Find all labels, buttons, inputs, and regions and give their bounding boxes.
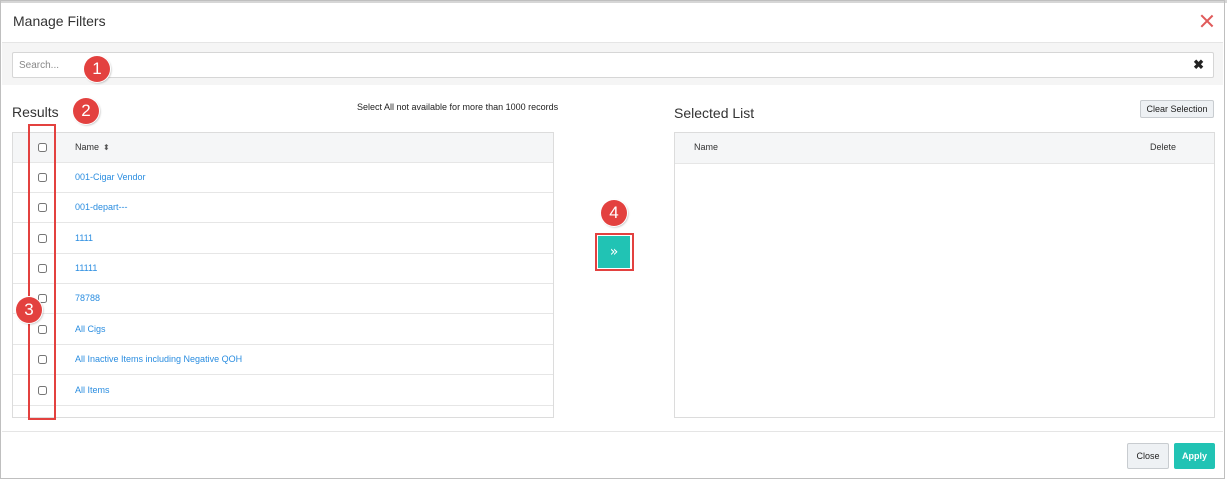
table-row: 11111 xyxy=(13,254,553,284)
result-link[interactable]: All Items xyxy=(75,385,110,395)
selected-name-column-header: Name xyxy=(694,142,719,152)
table-row: All Items xyxy=(13,376,553,406)
selected-list-heading: Selected List xyxy=(674,105,755,121)
results-header-row: Name ⬍ xyxy=(13,133,553,163)
table-row: 001-Cigar Vendor xyxy=(13,163,553,193)
select-all-note: Select All not available for more than 1… xyxy=(357,102,559,112)
row-checkbox[interactable] xyxy=(38,173,47,182)
result-link[interactable]: All Inactive Items including Negative QO… xyxy=(75,354,242,364)
footer-divider xyxy=(2,431,1223,432)
result-link[interactable]: 78788 xyxy=(75,293,100,303)
sort-icon[interactable]: ⬍ xyxy=(103,143,110,152)
clear-search-icon[interactable]: ✖ xyxy=(1193,58,1204,72)
annotation-marker-2: 2 xyxy=(73,98,99,124)
row-checkbox[interactable] xyxy=(38,325,47,334)
row-checkbox[interactable] xyxy=(38,234,47,243)
table-row: 001-depart--- xyxy=(13,193,553,223)
select-all-checkbox[interactable] xyxy=(38,143,47,152)
table-row: 78788 xyxy=(13,284,553,314)
table-row: All Cigs xyxy=(13,315,553,345)
clear-selection-button[interactable]: Clear Selection xyxy=(1140,100,1214,118)
result-link[interactable]: 001-depart--- xyxy=(75,202,128,212)
table-row: 1111 xyxy=(13,224,553,254)
dialog-header: Manage Filters xyxy=(2,3,1223,43)
close-button[interactable]: Close xyxy=(1127,443,1169,469)
selected-list-table: Name Delete xyxy=(674,132,1215,418)
annotation-marker-3: 3 xyxy=(16,297,42,323)
results-heading: Results xyxy=(12,104,59,120)
result-link[interactable]: 001-Cigar Vendor xyxy=(75,172,146,182)
name-column-header[interactable]: Name ⬍ xyxy=(75,142,110,152)
search-input[interactable] xyxy=(19,58,1179,72)
result-link[interactable]: All Cigs xyxy=(75,324,106,334)
results-table: Name ⬍ 001-Cigar Vendor 001-depart--- 111… xyxy=(12,132,554,418)
result-link[interactable]: 11111 xyxy=(75,263,97,273)
result-link[interactable]: 1111 xyxy=(75,233,93,243)
annotation-marker-4: 4 xyxy=(601,200,627,226)
row-checkbox[interactable] xyxy=(38,355,47,364)
close-icon[interactable] xyxy=(1200,14,1214,28)
selected-header-row: Name Delete xyxy=(675,133,1214,164)
row-checkbox[interactable] xyxy=(38,203,47,212)
move-to-selected-button[interactable]: » xyxy=(598,236,630,268)
dialog-title: Manage Filters xyxy=(13,13,106,29)
row-checkbox[interactable] xyxy=(38,386,47,395)
annotation-marker-1: 1 xyxy=(84,56,110,82)
search-box[interactable]: ✖ xyxy=(12,52,1214,78)
double-chevron-right-icon: » xyxy=(609,244,619,260)
name-column-label: Name xyxy=(75,142,100,152)
table-row: All Inactive Items including Negative QO… xyxy=(13,345,553,375)
row-checkbox[interactable] xyxy=(38,264,47,273)
delete-column-header: Delete xyxy=(1150,142,1177,152)
apply-button[interactable]: Apply xyxy=(1174,443,1215,469)
